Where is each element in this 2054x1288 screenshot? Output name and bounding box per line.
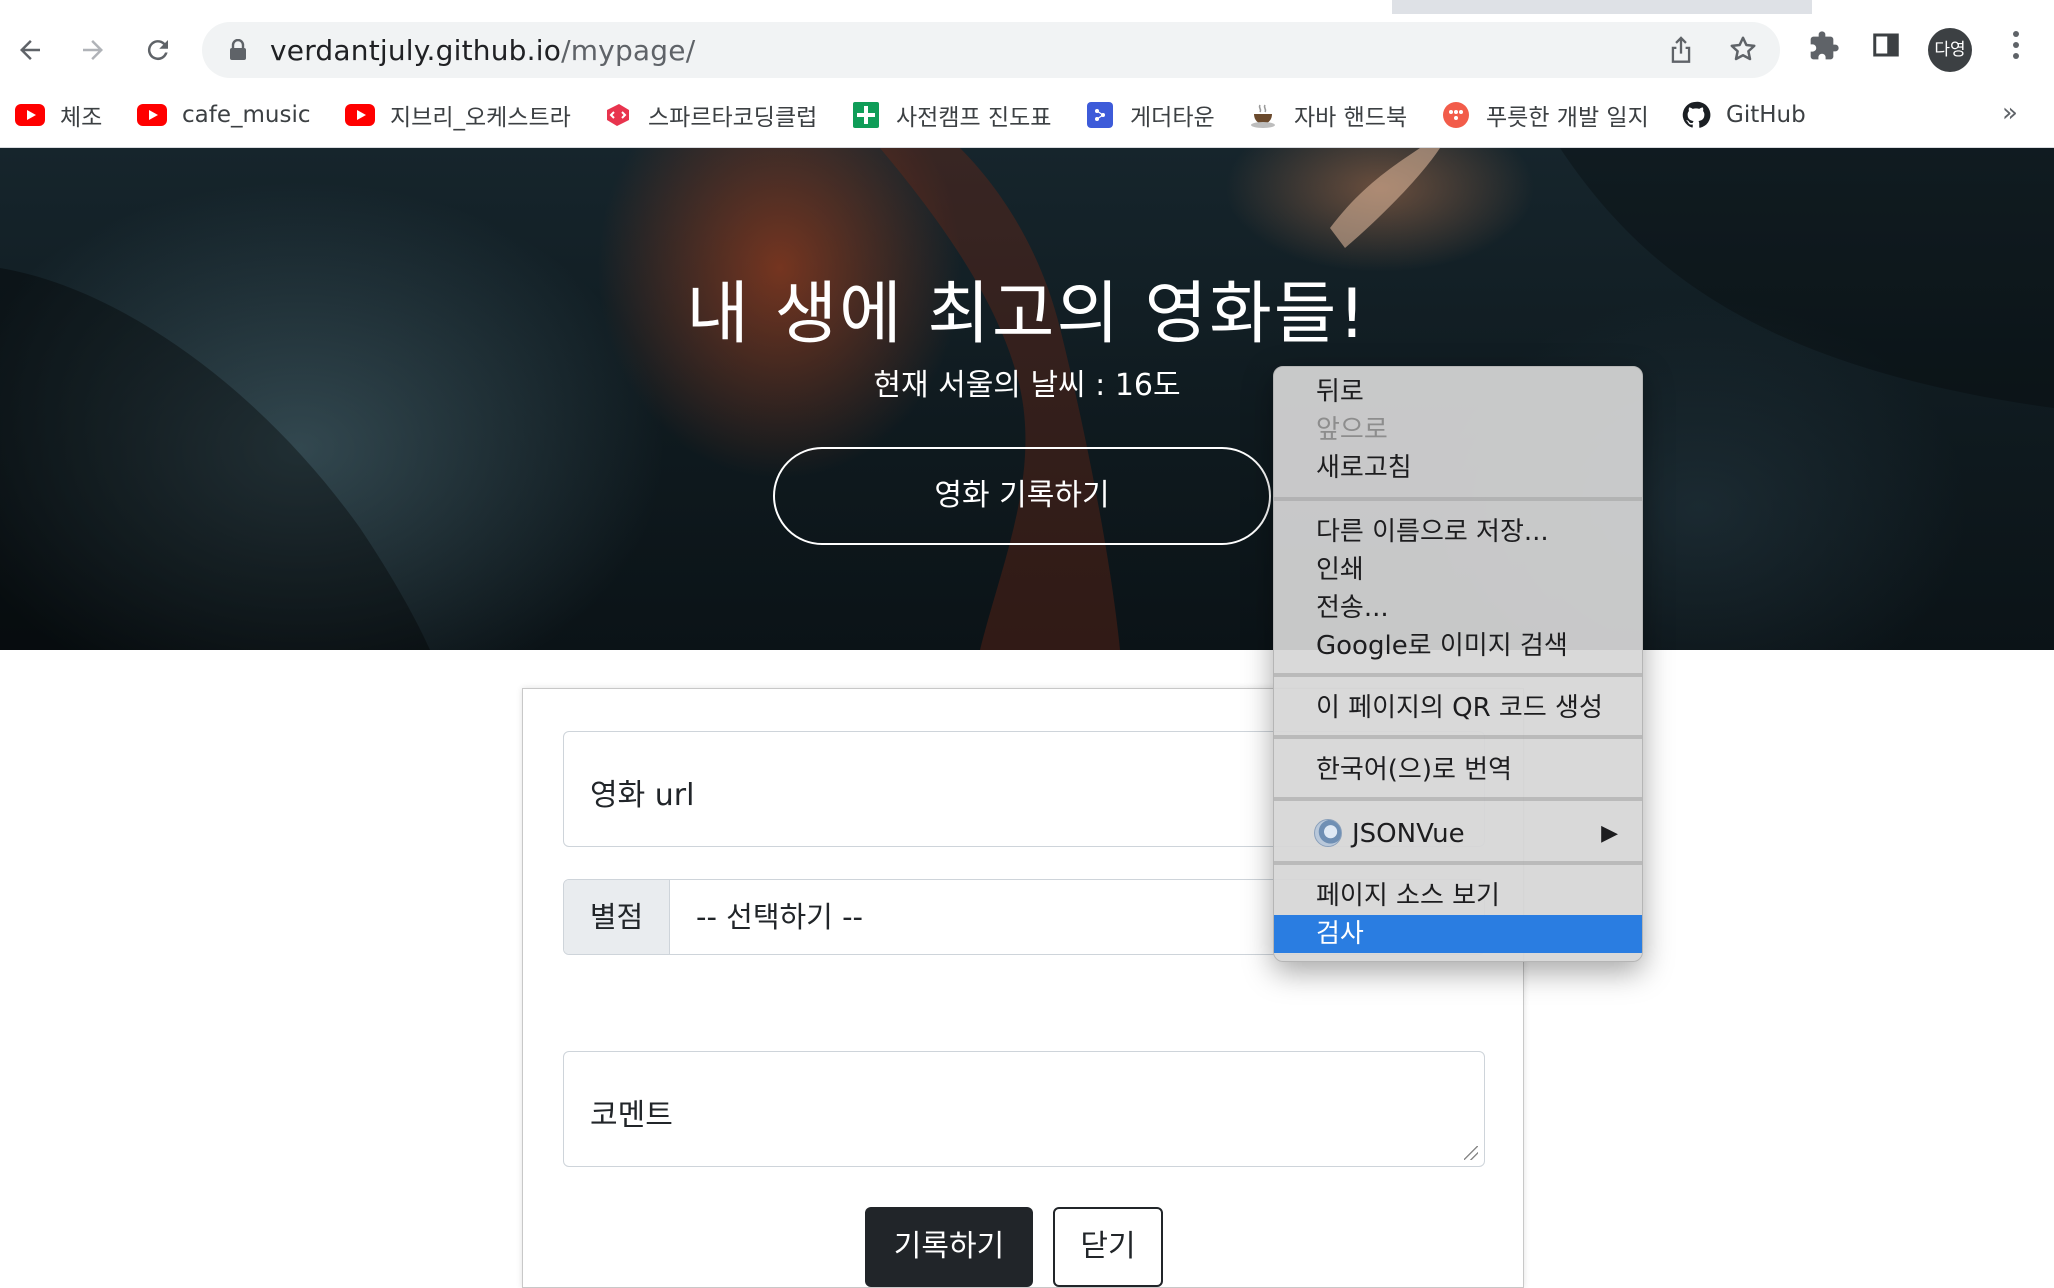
save-button[interactable]: 기록하기	[865, 1207, 1033, 1287]
page-title: 내 생에 최고의 영화들!	[686, 275, 1368, 354]
url-text[interactable]: verdantjuly.github.io/mypage/	[270, 34, 695, 67]
bookmark-item[interactable]: 지브리_오케스트라	[344, 94, 571, 136]
bookmark-item[interactable]: 푸릇한 개발 일지	[1440, 94, 1649, 136]
resize-handle-icon[interactable]	[1464, 1146, 1478, 1160]
menu-item-send[interactable]: 전송...	[1274, 589, 1642, 627]
blog-icon	[1440, 99, 1472, 131]
bookmark-label: 게더타운	[1130, 105, 1215, 131]
lock-icon[interactable]	[228, 38, 248, 61]
youtube-icon	[14, 99, 46, 131]
bookmark-item[interactable]: GitHub	[1680, 94, 1806, 136]
address-bar[interactable]: verdantjuly.github.io/mypage/	[202, 22, 1780, 78]
tab-strip-right	[1812, 0, 2054, 14]
menu-separator	[1274, 861, 1642, 865]
youtube-icon	[344, 99, 376, 131]
bookmark-item[interactable]: 사전캠프 진도표	[850, 94, 1051, 136]
gather-icon	[1084, 99, 1116, 131]
menu-item-save-as[interactable]: 다른 이름으로 저장...	[1274, 513, 1642, 551]
bookmark-label: 스파르타코딩클럽	[648, 105, 818, 131]
browser-toolbar: verdantjuly.github.io/mypage/ 다영	[0, 14, 2054, 84]
submenu-arrow-icon: ▶	[1601, 821, 1618, 846]
coffee-icon	[1248, 99, 1280, 131]
menu-item-google-image-search[interactable]: Google로 이미지 검색	[1274, 627, 1642, 665]
comment-textarea[interactable]: 코멘트	[563, 1051, 1485, 1167]
bookmarks-bar: 체조 cafe_music 지브리_오케스트라 스파르타코딩클럽 사전캠프 진도…	[0, 84, 2054, 148]
share-icon[interactable]	[1664, 34, 1698, 68]
weather-text: 현재 서울의 날씨 : 16도	[873, 368, 1181, 403]
bookmark-label: 체조	[60, 105, 103, 131]
url-path: /mypage/	[561, 34, 696, 67]
github-icon	[1680, 99, 1712, 131]
bookmark-label: cafe_music	[182, 102, 311, 128]
menu-separator	[1274, 797, 1642, 801]
hero-banner: 내 생에 최고의 영화들! 현재 서울의 날씨 : 16도 영화 기록하기	[0, 148, 2054, 650]
close-button[interactable]: 닫기	[1053, 1207, 1163, 1287]
menu-item-reload[interactable]: 새로고침	[1274, 449, 1642, 487]
bookmark-item[interactable]: 자바 핸드북	[1248, 94, 1407, 136]
forward-icon[interactable]	[73, 30, 113, 70]
side-panel-icon[interactable]	[1866, 30, 1906, 70]
url-host: verdantjuly.github.io	[270, 34, 562, 67]
tab-strip	[0, 0, 2054, 14]
active-tab[interactable]	[0, 0, 1392, 14]
bookmark-item[interactable]: 게더타운	[1084, 94, 1215, 136]
double-chevron-icon[interactable]: »	[2002, 98, 2018, 128]
sparta-icon	[602, 99, 634, 131]
bookmark-label: 지브리_오케스트라	[390, 105, 571, 131]
bookmark-label: GitHub	[1726, 102, 1806, 128]
jsonvue-icon	[1314, 819, 1342, 847]
menu-item-inspect[interactable]: 검사	[1274, 915, 1642, 953]
menu-item-qr-code[interactable]: 이 페이지의 QR 코드 생성	[1274, 689, 1642, 727]
bookmark-label: 자바 핸드북	[1294, 105, 1408, 131]
menu-separator	[1274, 497, 1642, 501]
menu-item-view-source[interactable]: 페이지 소스 보기	[1274, 877, 1642, 915]
menu-separator	[1274, 673, 1642, 677]
menu-item-translate[interactable]: 한국어(으)로 번역	[1274, 751, 1642, 789]
context-menu: 뒤로 앞으로 새로고침 다른 이름으로 저장... 인쇄 전송... Googl…	[1273, 366, 1643, 962]
bookmark-item[interactable]: 체조	[14, 94, 102, 136]
record-movie-button[interactable]: 영화 기록하기	[773, 447, 1271, 545]
menu-item-jsonvue[interactable]: JSONVue ▶	[1274, 815, 1642, 853]
star-icon[interactable]	[1726, 34, 1760, 68]
reload-icon[interactable]	[138, 30, 178, 70]
star-rating-label: 별점	[564, 880, 670, 954]
menu-item-forward: 앞으로	[1316, 415, 1388, 445]
back-icon[interactable]	[10, 30, 50, 70]
movie-url-placeholder: 영화 url	[590, 778, 695, 813]
sheets-icon	[850, 99, 882, 131]
puzzle-icon[interactable]	[1804, 30, 1844, 70]
bookmark-item[interactable]: cafe_music	[136, 94, 311, 136]
kebab-menu-icon[interactable]	[1996, 30, 2036, 70]
menu-item-print[interactable]: 인쇄	[1274, 551, 1642, 589]
bookmark-label: 사전캠프 진도표	[896, 105, 1052, 131]
bookmark-label: 푸릇한 개발 일지	[1486, 105, 1649, 131]
menu-item-back[interactable]: 뒤로	[1274, 373, 1642, 411]
bookmark-item[interactable]: 스파르타코딩클럽	[602, 94, 817, 136]
menu-separator	[1274, 735, 1642, 739]
comment-placeholder: 코멘트	[590, 1098, 673, 1133]
youtube-icon	[136, 99, 168, 131]
profile-avatar[interactable]: 다영	[1928, 28, 1972, 72]
menu-item-jsonvue-label: JSONVue	[1352, 819, 1465, 849]
